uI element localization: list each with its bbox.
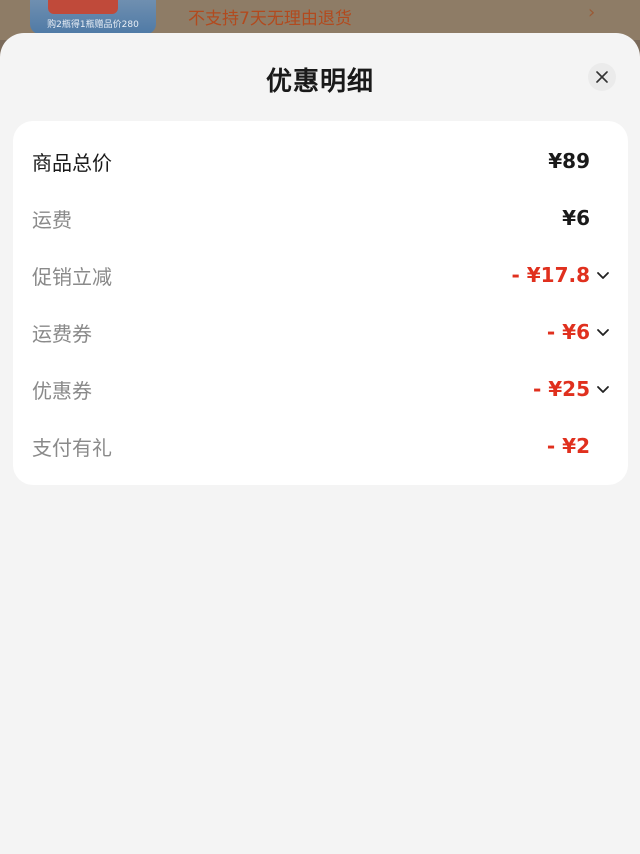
row-promotion-discount[interactable]: 促销立减 - ¥17.8 <box>13 253 628 297</box>
chevron-down-icon[interactable] <box>596 382 610 396</box>
chevron-right-icon: › <box>588 2 596 23</box>
chevron-down-icon[interactable] <box>596 325 610 339</box>
row-value: - ¥25 <box>532 377 590 401</box>
price-breakdown-card: 商品总价 ¥89 运费 ¥6 促销立减 - ¥17.8 运费券 - ¥6 优惠券… <box>13 121 628 485</box>
sheet-title: 优惠明细 <box>265 67 374 97</box>
row-value: - ¥17.8 <box>511 263 590 287</box>
close-button[interactable] <box>588 63 616 91</box>
row-coupon[interactable]: 优惠券 - ¥25 <box>13 367 628 411</box>
row-shipping: 运费 ¥6 <box>13 196 628 240</box>
row-payment-gift: 支付有礼 - ¥2 <box>13 424 628 468</box>
return-policy-notice: 不支持7天无理由退货 <box>188 9 352 29</box>
row-value: - ¥2 <box>546 434 590 458</box>
row-label: 运费券 <box>32 321 92 346</box>
product-thumbnail-caption: 购2瓶得1瓶赠品价280 <box>47 20 139 30</box>
row-label: 运费 <box>32 207 72 232</box>
row-value: ¥89 <box>548 149 590 173</box>
product-thumbnail-banner <box>48 0 118 14</box>
row-total-price: 商品总价 ¥89 <box>13 139 628 183</box>
row-shipping-coupon[interactable]: 运费券 - ¥6 <box>13 310 628 354</box>
discount-detail-sheet: 优惠明细 商品总价 ¥89 运费 ¥6 促销立减 - ¥17.8 运费券 - ¥… <box>0 33 640 854</box>
product-thumbnail: 购2瓶得1瓶赠品价280 <box>30 0 156 34</box>
chevron-down-icon[interactable] <box>596 268 610 282</box>
close-icon <box>596 71 608 83</box>
row-label: 优惠券 <box>32 378 92 403</box>
row-value: ¥6 <box>562 206 590 230</box>
row-value: - ¥6 <box>546 320 590 344</box>
row-label: 商品总价 <box>32 150 112 175</box>
row-label: 促销立减 <box>32 264 112 289</box>
row-label: 支付有礼 <box>32 435 112 460</box>
